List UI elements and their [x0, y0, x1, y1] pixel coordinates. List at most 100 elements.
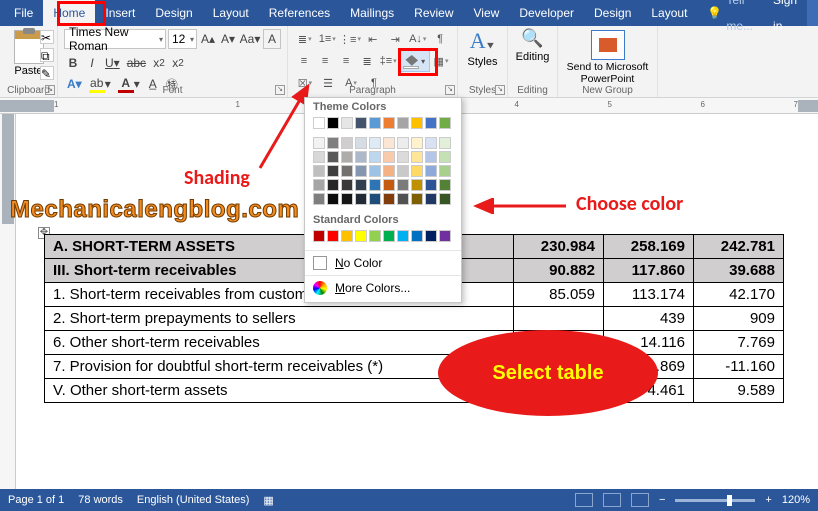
underline-button[interactable]: U▾ [102, 53, 123, 73]
color-swatch[interactable] [425, 137, 437, 149]
more-colors-option[interactable]: More Colors... [305, 278, 461, 298]
color-swatch[interactable] [369, 117, 381, 129]
status-words[interactable]: 78 words [78, 494, 123, 506]
numbering-button[interactable]: 1≡ [317, 29, 339, 49]
tab-file[interactable]: File [4, 0, 43, 26]
color-swatch[interactable] [411, 117, 423, 129]
color-swatch[interactable] [383, 193, 395, 205]
color-swatch[interactable] [411, 230, 423, 242]
cut-button[interactable]: ✂ [40, 30, 54, 44]
decrease-indent-button[interactable]: ⇤ [362, 29, 384, 49]
color-swatch[interactable] [327, 230, 339, 242]
color-swatch[interactable] [313, 193, 325, 205]
bullets-button[interactable]: ≣ [294, 29, 316, 49]
format-painter-button[interactable]: ✎ [40, 66, 54, 80]
color-swatch[interactable] [313, 117, 325, 129]
color-swatch[interactable] [383, 137, 395, 149]
color-swatch[interactable] [397, 230, 409, 242]
change-case-button[interactable]: Aa▾ [239, 29, 261, 49]
macro-recording-icon[interactable]: ▦ [263, 494, 273, 507]
color-swatch[interactable] [383, 230, 395, 242]
color-swatch[interactable] [313, 165, 325, 177]
no-color-option[interactable]: No Color [305, 253, 461, 273]
color-swatch[interactable] [341, 165, 353, 177]
bold-button[interactable]: B [64, 53, 82, 73]
font-size-combo[interactable]: 12▾ [168, 29, 197, 49]
web-layout-button[interactable] [631, 493, 649, 507]
share-button[interactable]: 👤 Share [807, 0, 818, 26]
tab-review[interactable]: Review [404, 0, 463, 26]
multilevel-button[interactable]: ⋮≡ [339, 29, 361, 49]
show-marks-button[interactable]: ¶ [430, 29, 452, 49]
color-swatch[interactable] [341, 179, 353, 191]
color-swatch[interactable] [355, 151, 367, 163]
find-button[interactable]: 🔍 [521, 28, 543, 49]
zoom-slider[interactable] [675, 499, 755, 502]
color-swatch[interactable] [341, 151, 353, 163]
color-swatch[interactable] [425, 117, 437, 129]
tab-home[interactable]: Home [43, 0, 95, 26]
align-center-button[interactable]: ≡ [315, 51, 335, 71]
grow-font-button[interactable]: A▴ [199, 29, 217, 49]
color-swatch[interactable] [355, 230, 367, 242]
color-swatch[interactable] [355, 137, 367, 149]
color-swatch[interactable] [327, 117, 339, 129]
color-swatch[interactable] [313, 179, 325, 191]
color-swatch[interactable] [383, 151, 395, 163]
align-left-button[interactable]: ≡ [294, 51, 314, 71]
color-swatch[interactable] [313, 151, 325, 163]
tab-table-layout[interactable]: Layout [641, 0, 697, 26]
color-swatch[interactable] [439, 230, 451, 242]
color-swatch[interactable] [425, 165, 437, 177]
color-swatch[interactable] [341, 193, 353, 205]
color-swatch[interactable] [327, 137, 339, 149]
tab-layout[interactable]: Layout [203, 0, 259, 26]
table-row[interactable]: 6. Other short-term receivables14.1167.7… [45, 331, 784, 355]
font-launcher[interactable]: ↘ [275, 85, 285, 95]
send-to-powerpoint-button[interactable] [591, 30, 625, 60]
paragraph-launcher[interactable]: ↘ [445, 85, 455, 95]
color-swatch[interactable] [369, 193, 381, 205]
color-swatch[interactable] [439, 179, 451, 191]
clear-formatting-button[interactable]: A [263, 29, 281, 49]
styles-button[interactable]: A⯆ [470, 28, 496, 54]
color-swatch[interactable] [425, 179, 437, 191]
color-swatch[interactable] [369, 137, 381, 149]
color-swatch[interactable] [397, 179, 409, 191]
tell-me[interactable]: 💡 Tell me... [697, 0, 763, 26]
color-swatch[interactable] [411, 151, 423, 163]
color-swatch[interactable] [355, 193, 367, 205]
color-swatch[interactable] [383, 117, 395, 129]
color-swatch[interactable] [397, 151, 409, 163]
color-swatch[interactable] [327, 193, 339, 205]
color-swatch[interactable] [439, 117, 451, 129]
zoom-out-button[interactable]: − [659, 494, 665, 506]
color-swatch[interactable] [355, 179, 367, 191]
italic-button[interactable]: I [83, 53, 101, 73]
justify-button[interactable]: ≣ [357, 51, 377, 71]
color-swatch[interactable] [411, 137, 423, 149]
color-swatch[interactable] [383, 165, 395, 177]
line-spacing-button[interactable]: ‡≡ [378, 51, 398, 71]
color-swatch[interactable] [397, 137, 409, 149]
color-swatch[interactable] [327, 179, 339, 191]
color-swatch[interactable] [397, 193, 409, 205]
color-swatch[interactable] [411, 165, 423, 177]
copy-button[interactable]: ⧉ [40, 48, 54, 62]
color-swatch[interactable] [411, 193, 423, 205]
color-swatch[interactable] [341, 137, 353, 149]
color-swatch[interactable] [355, 165, 367, 177]
color-swatch[interactable] [313, 230, 325, 242]
color-swatch[interactable] [313, 137, 325, 149]
color-swatch[interactable] [341, 230, 353, 242]
color-swatch[interactable] [383, 179, 395, 191]
borders-button[interactable]: ▦ [431, 51, 451, 71]
tab-mailings[interactable]: Mailings [340, 0, 404, 26]
ruler-vertical[interactable] [0, 114, 16, 489]
shading-button[interactable] [399, 50, 430, 72]
tab-developer[interactable]: Developer [509, 0, 584, 26]
color-swatch[interactable] [439, 165, 451, 177]
zoom-in-button[interactable]: + [765, 494, 771, 506]
color-swatch[interactable] [425, 151, 437, 163]
table-row[interactable]: V. Other short-term assets2.7394.4619.58… [45, 379, 784, 403]
